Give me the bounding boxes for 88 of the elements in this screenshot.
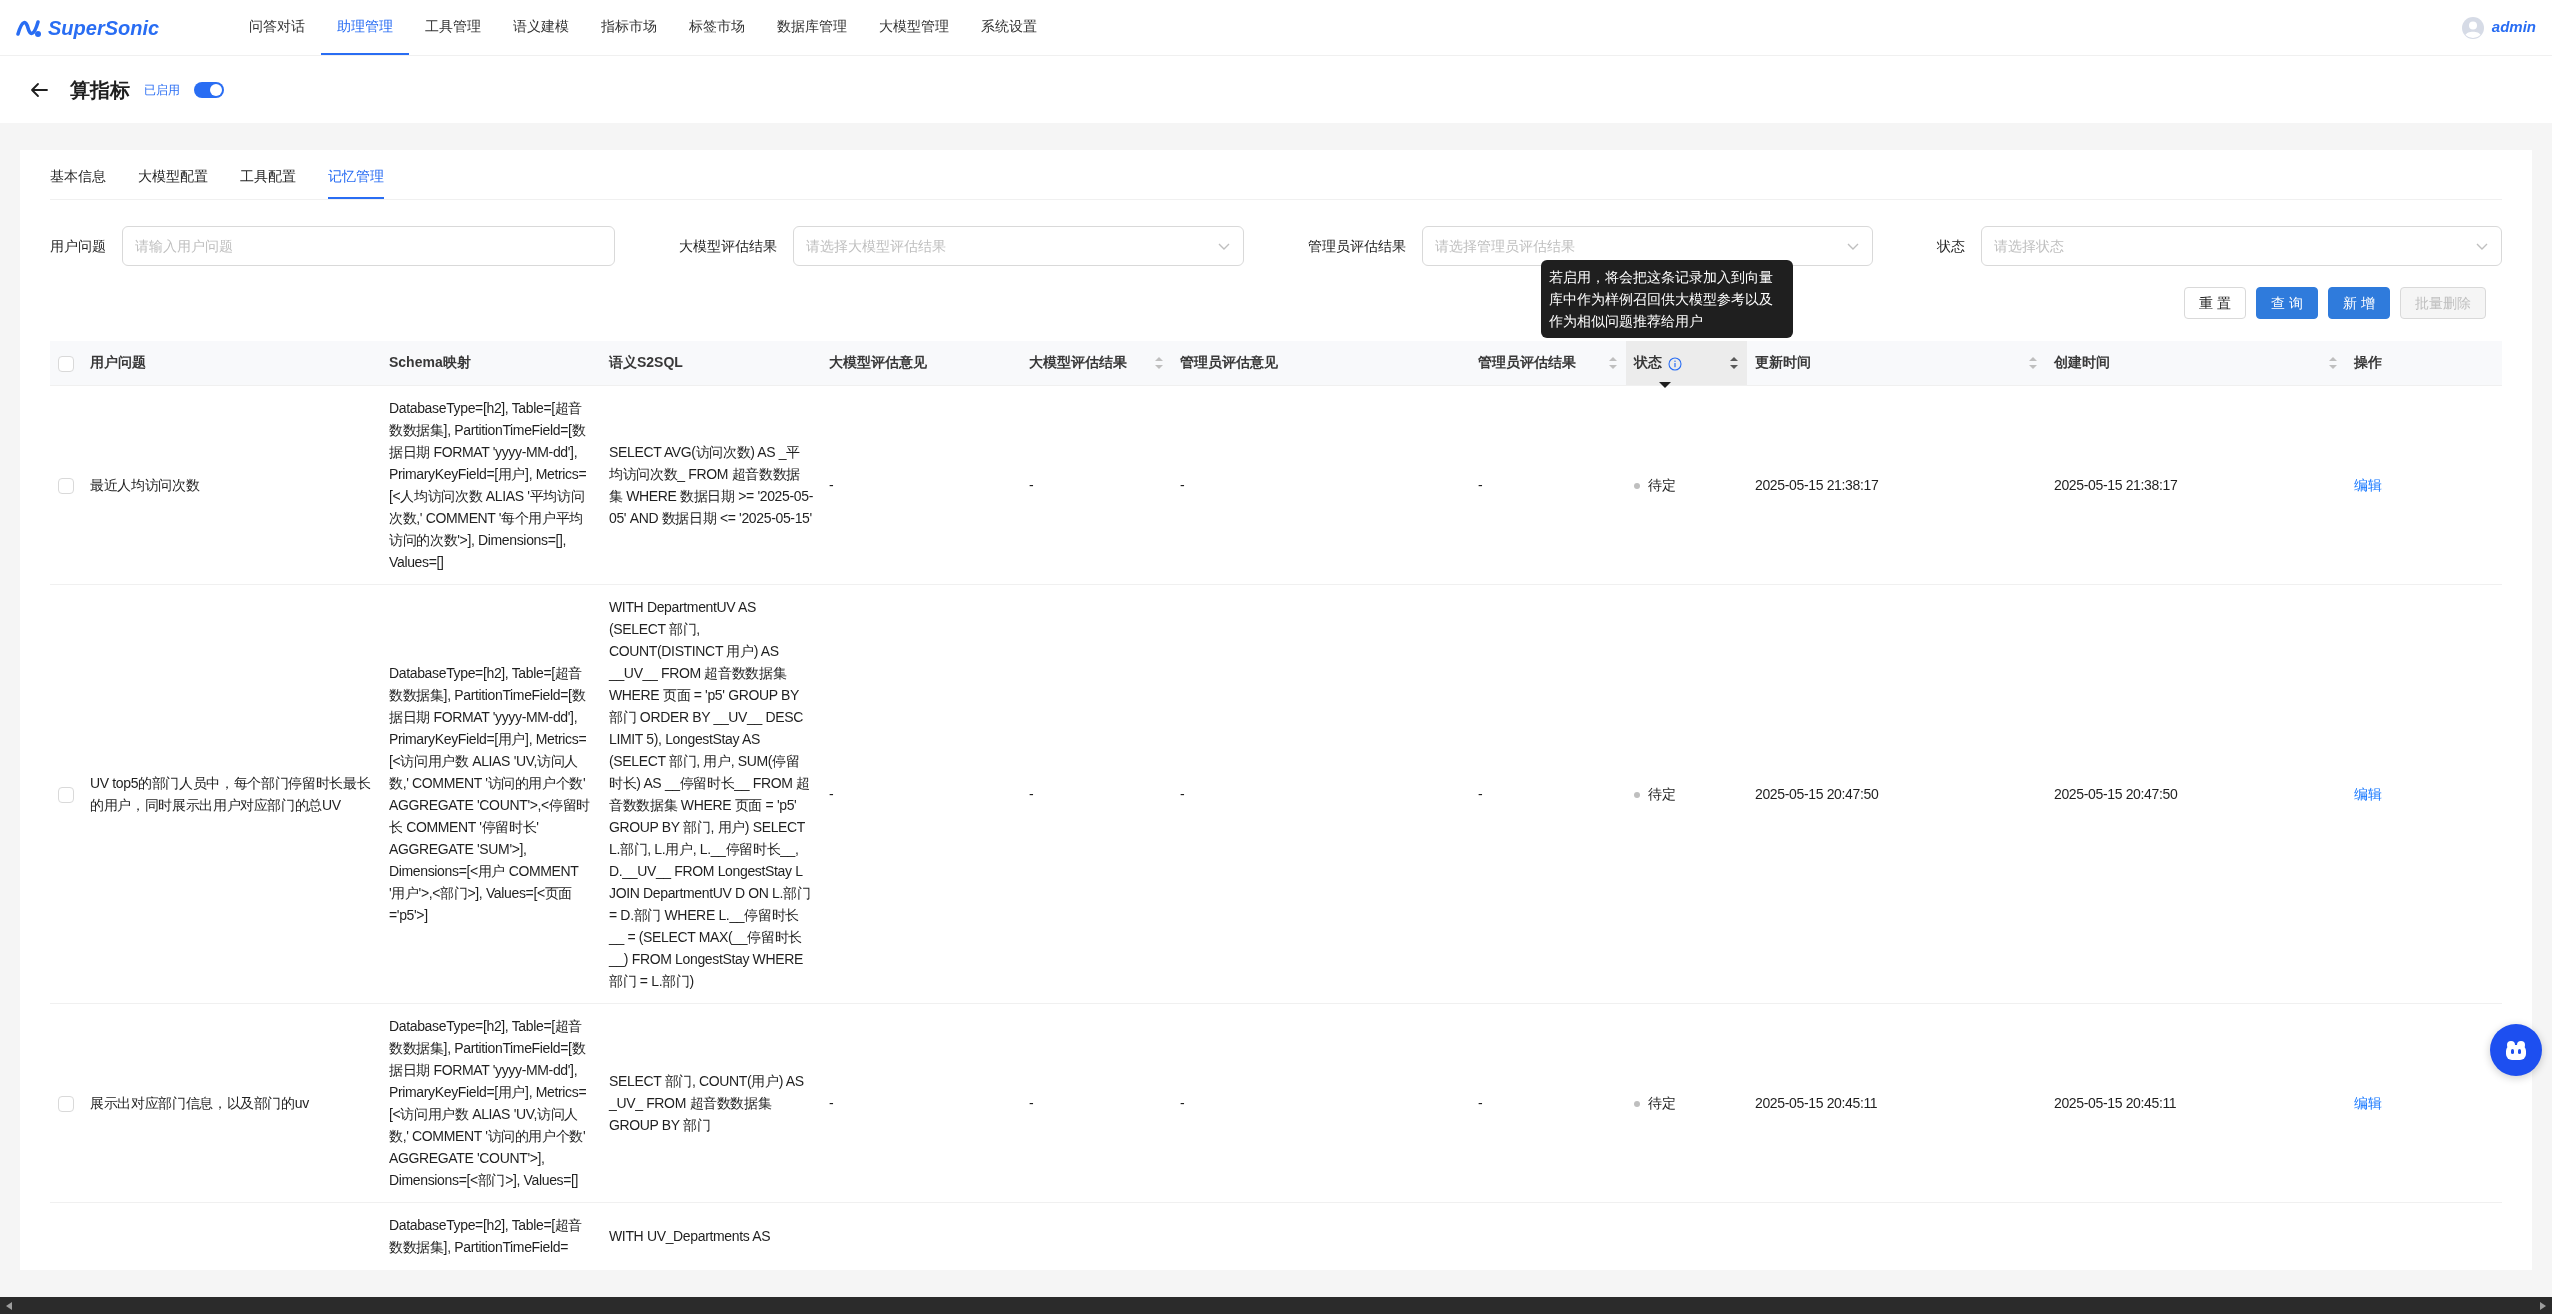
back-icon[interactable] (30, 80, 48, 99)
sql-cell: SELECT 部门, COUNT(用户) AS _UV_ FROM 超音数数据集 GROUP BY 部门 (609, 1072, 804, 1133)
scroll-left-icon[interactable] (4, 1300, 14, 1311)
tab[interactable]: 工具配置 (240, 154, 296, 199)
table-cell: - (1180, 785, 1185, 802)
tooltip: 若启用，将会把这条记录加入到向量库中作为样例召回供大模型参考以及作为相似问题推荐给用户 (1541, 260, 1793, 338)
table-cell: - (1478, 476, 1483, 493)
checkbox[interactable] (58, 786, 74, 803)
avatar-icon[interactable] (2461, 16, 2484, 39)
schema-cell: DatabaseType=[h2], Table=[超音数数据集], PartitionTimeField=[数据日期 FORMAT 'yyyy-MM-dd'], PrimaryKeyField=[用户], Metrics=[<访问用户数 ALIAS 'UV,访问人数,' COMMENT '访问的用户个数' AGGREGATE 'COUNT'>,<停留时长 COMMENT '停留时长' AGGREGATE 'SUM'>], Dimensions=[<用户 COMMENT '用户'>,<部门>], Values=[<页面='p5'>] (389, 664, 590, 923)
schema-cell: DatabaseType=[h2], Table=[超音数数据集], PartitionTimeField=[数据日期 FORMAT 'yyyy-MM-dd'], PrimaryKeyField=[用户], Metrics=[<访问用户数 ALIAS 'UV,访问人数,' COMMENT '访问的用户个数' AGGREGATE 'COUNT'>], Dimensions=[<部门>], Values=[] (389, 1017, 587, 1188)
column-header: 管理员评估结果 (1478, 354, 1576, 371)
button[interactable]: 新 增 (2328, 287, 2390, 319)
sql-cell: WITH DepartmentUV AS (SELECT 部门, COUNT(DISTINCT 用户) AS __UV__ FROM 超音数数据集 WHERE 页面 = 'p5' GROUP BY 部门 ORDER BY __UV__ DESC LIMIT 5), LongestStay AS (SELECT 部门, 用户, SUM(停留时长) AS __停留时长__ FROM 超音数数据集 WHERE 页面 = 'p5' GROUP BY 部门, 用户) SELECT L.部门, L.用户, L.__停留时长__, D.__UV__ FROM LongestStay L JOIN DepartmentUV D ON L.部门 = D.部门 WHERE L.__停留时长__ = (SELECT MAX(__停留时长__) FROM LongestStay WHERE 部门 = L.部门) (609, 598, 811, 989)
scroll-right-icon[interactable] (2538, 1300, 2548, 1311)
info-icon[interactable] (1668, 356, 1682, 371)
scrollbar[interactable] (0, 1297, 2552, 1314)
tab[interactable]: 大模型配置 (138, 154, 208, 199)
status-text: 待定 (1648, 476, 1676, 493)
date-cell: 2025-05-15 21:38:17 (2054, 476, 2178, 493)
checkbox[interactable] (58, 1095, 74, 1112)
edit-link[interactable]: 编辑 (2354, 476, 2382, 493)
checkbox[interactable] (58, 355, 74, 372)
edit-link[interactable]: 编辑 (2354, 1094, 2382, 1111)
question-cell: 展示出对应部门信息，以及部门的uv (90, 1094, 309, 1111)
tab[interactable]: 基本信息 (50, 154, 106, 199)
table-cell: - (1478, 1094, 1483, 1111)
button[interactable]: 重 置 (2184, 287, 2247, 319)
table-cell: - (1029, 1094, 1034, 1111)
table-cell: - (1029, 785, 1034, 802)
toggle-switch[interactable] (194, 81, 224, 98)
field-label: 管理员评估结果 (1308, 236, 1406, 256)
user-name[interactable]: admin (2491, 16, 2536, 39)
column-header: 更新时间 (1755, 354, 1811, 371)
edit-link[interactable]: 编辑 (2354, 785, 2382, 802)
nav-item[interactable]: 问答对话 (233, 0, 321, 55)
column-header: 用户问题 (90, 354, 146, 371)
nav-item[interactable]: 工具管理 (409, 0, 497, 55)
column-header: 大模型评估意见 (829, 354, 927, 371)
schema-cell: DatabaseType=[h2], Table=[超音数数据集], PartitionTimeField= (389, 1216, 583, 1255)
field-label: 用户问题 (50, 236, 106, 256)
status-dot (1634, 1100, 1640, 1107)
status-dot (1634, 791, 1640, 798)
column-header: 创建时间 (2054, 354, 2110, 371)
nav-item[interactable]: 语义建模 (497, 0, 585, 55)
status-label: 已启用 (144, 81, 180, 99)
column-header: 管理员评估意见 (1180, 354, 1278, 371)
schema-cell: DatabaseType=[h2], Table=[超音数数据集], PartitionTimeField=[数据日期 FORMAT 'yyyy-MM-dd'], PrimaryKeyField=[用户], Metrics=[<人均访问次数 ALIAS '平均访问次数,' COMMENT '每个用户平均访问的次数'>], Dimensions=[], Values=[] (389, 399, 587, 570)
nav-item[interactable]: 大模型管理 (863, 0, 965, 55)
column-header: 语义S2SQL (609, 354, 683, 371)
field-label: 状态 (1937, 236, 1965, 256)
question-cell: UV top5的部门人员中，每个部门停留时长最长的用户，同时展示出用户对应部门的总UV (90, 774, 371, 813)
logo-text: SuperSonic (48, 15, 160, 41)
nav-item[interactable]: 标签市场 (673, 0, 761, 55)
nav-item[interactable]: 系统设置 (965, 0, 1053, 55)
checkbox[interactable] (58, 477, 74, 494)
date-cell: 2025-05-15 20:45:11 (2054, 1094, 2177, 1111)
field-label: 大模型评估结果 (679, 236, 777, 256)
date-cell: 2025-05-15 20:45:11 (1755, 1094, 1878, 1111)
sort-icon[interactable] (1729, 355, 1739, 370)
question-cell: 最近人均访问次数 (90, 476, 200, 493)
column-header: Schema映射 (389, 354, 471, 371)
button[interactable]: 查 询 (2256, 287, 2319, 319)
table-cell: - (829, 476, 834, 493)
date-cell: 2025-05-15 20:47:50 (1755, 785, 1879, 802)
table-cell: - (1180, 1094, 1185, 1111)
column-header: 状态 (1634, 354, 1662, 371)
sql-cell: WITH UV_Departments AS (609, 1227, 771, 1244)
input-field[interactable]: 请输入用户问题 (122, 226, 615, 266)
status-text: 待定 (1648, 1094, 1676, 1111)
column-header: 大模型评估结果 (1029, 354, 1127, 371)
table-cell: - (1029, 476, 1034, 493)
nav-item[interactable]: 指标市场 (585, 0, 673, 55)
tab[interactable]: 记忆管理 (328, 154, 384, 199)
table-cell: - (1478, 785, 1483, 802)
page-title: 算指标 (70, 77, 130, 103)
status-text: 待定 (1648, 785, 1676, 802)
status-dot (1634, 482, 1640, 489)
table-cell: - (1180, 476, 1185, 493)
tooltip-arrow (1659, 381, 1671, 388)
date-cell: 2025-05-15 21:38:17 (1755, 476, 1879, 493)
date-cell: 2025-05-15 20:47:50 (2054, 785, 2178, 802)
nav-item[interactable]: 数据库管理 (761, 0, 863, 55)
column-header: 操作 (2354, 354, 2382, 371)
table-cell: - (829, 785, 834, 802)
robot-icon (2503, 1038, 2529, 1062)
sql-cell: SELECT AVG(访问次数) AS _平均访问次数_ FROM 超音数数据集 WHERE 数据日期 >= '2025-05-05' AND 数据日期 <= '2025-05-15' (609, 443, 813, 526)
table-cell: - (829, 1094, 834, 1111)
